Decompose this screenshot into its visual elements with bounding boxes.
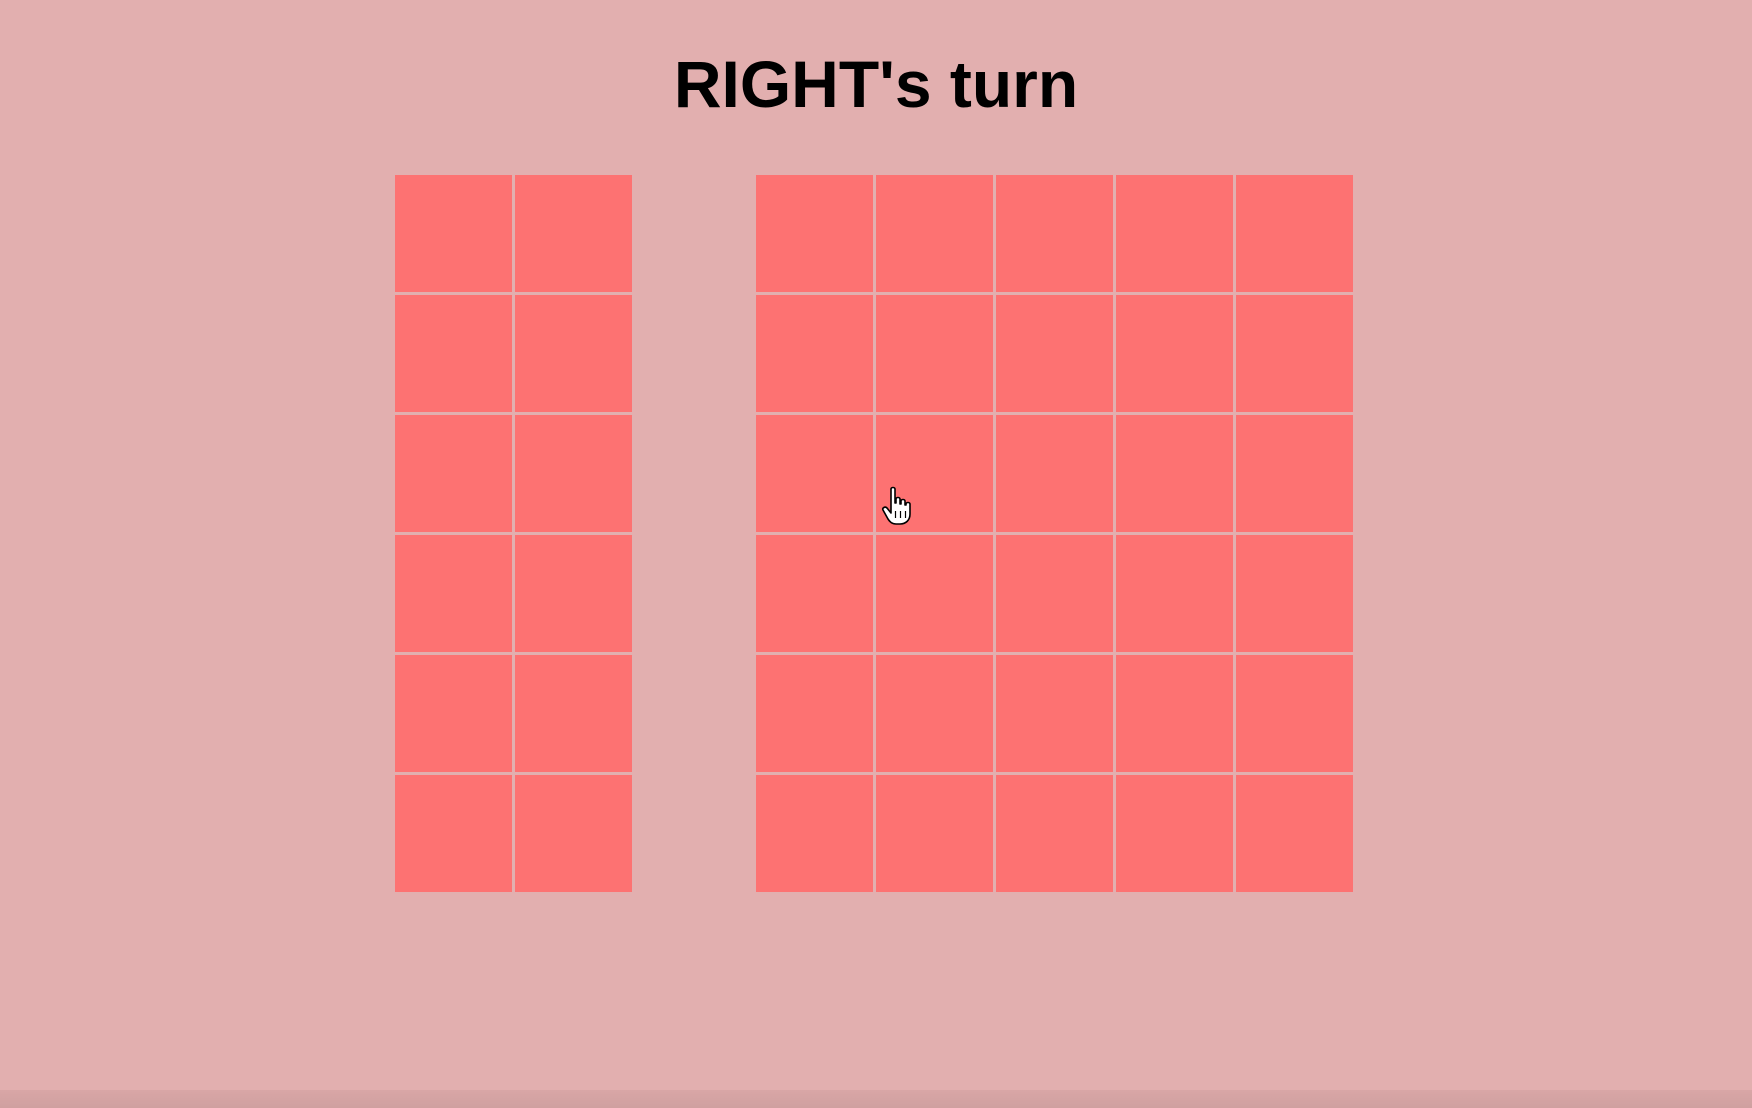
left-board-cell[interactable] bbox=[395, 295, 512, 412]
right-board-cell[interactable] bbox=[876, 175, 993, 292]
right-board-cell[interactable] bbox=[996, 655, 1113, 772]
right-board-cell[interactable] bbox=[876, 655, 993, 772]
right-board-cell[interactable] bbox=[1236, 775, 1353, 892]
right-board-cell[interactable] bbox=[996, 415, 1113, 532]
left-board-cell[interactable] bbox=[395, 535, 512, 652]
right-board-cell[interactable] bbox=[756, 655, 873, 772]
left-board-cell[interactable] bbox=[515, 415, 632, 532]
turn-indicator: RIGHT's turn bbox=[673, 47, 1079, 121]
right-board-cell[interactable] bbox=[996, 175, 1113, 292]
window-bottom-edge bbox=[0, 1090, 1752, 1108]
right-board-cell[interactable] bbox=[876, 295, 993, 412]
left-board-cell[interactable] bbox=[515, 295, 632, 412]
left-board-cell[interactable] bbox=[515, 775, 632, 892]
right-board-cell[interactable] bbox=[756, 775, 873, 892]
left-board-cell[interactable] bbox=[515, 175, 632, 292]
left-board-cell[interactable] bbox=[395, 175, 512, 292]
right-board-cell[interactable] bbox=[1116, 535, 1233, 652]
right-board-cell[interactable] bbox=[1116, 415, 1233, 532]
right-board-cell[interactable] bbox=[1236, 415, 1353, 532]
right-board-cell[interactable] bbox=[876, 535, 993, 652]
right-board-cell[interactable] bbox=[1236, 295, 1353, 412]
right-board-cell[interactable] bbox=[996, 775, 1113, 892]
left-board-cell[interactable] bbox=[395, 655, 512, 772]
left-board-cell[interactable] bbox=[395, 775, 512, 892]
right-board-cell[interactable] bbox=[756, 415, 873, 532]
right-board-cell[interactable] bbox=[756, 175, 873, 292]
right-board-cell[interactable] bbox=[1116, 175, 1233, 292]
right-board-cell[interactable] bbox=[1236, 175, 1353, 292]
right-board-cell[interactable] bbox=[756, 535, 873, 652]
left-board bbox=[395, 175, 632, 892]
right-board-cell[interactable] bbox=[996, 535, 1113, 652]
right-board-cell[interactable] bbox=[1236, 655, 1353, 772]
right-board-cell[interactable] bbox=[1116, 655, 1233, 772]
right-board-cell[interactable] bbox=[756, 295, 873, 412]
right-board-cell[interactable] bbox=[1116, 295, 1233, 412]
left-board-cell[interactable] bbox=[515, 535, 632, 652]
right-board-cell[interactable] bbox=[1116, 775, 1233, 892]
right-board-cell[interactable] bbox=[876, 775, 993, 892]
game-page: RIGHT's turn bbox=[0, 0, 1752, 1108]
right-board-cell[interactable] bbox=[996, 295, 1113, 412]
left-board-cell[interactable] bbox=[395, 415, 512, 532]
right-board-cell[interactable] bbox=[876, 415, 993, 532]
right-board bbox=[756, 175, 1353, 892]
left-board-cell[interactable] bbox=[515, 655, 632, 772]
right-board-cell[interactable] bbox=[1236, 535, 1353, 652]
